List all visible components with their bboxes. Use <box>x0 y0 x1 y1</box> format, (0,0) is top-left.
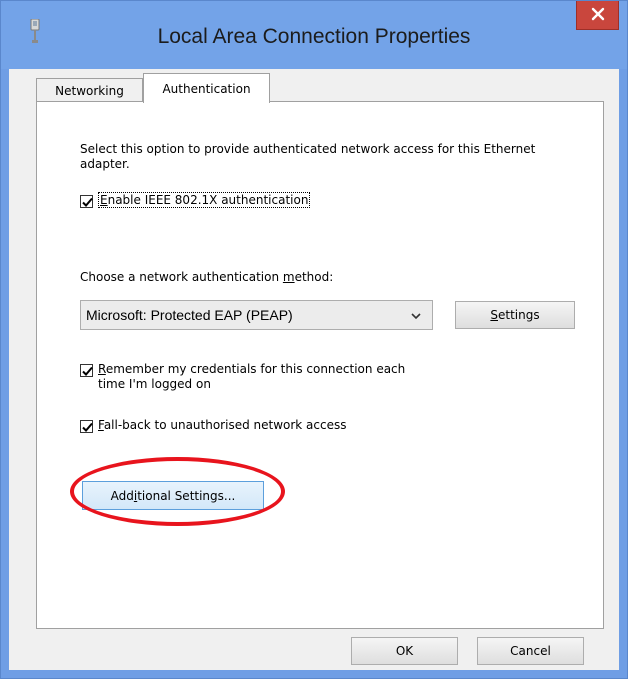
remember-line-2: time I'm logged on <box>98 377 211 391</box>
focus-rectangle: Enable IEEE 802.1X authentication <box>98 192 311 208</box>
ok-button[interactable]: OK <box>351 637 458 665</box>
auth-method-select[interactable]: Microsoft: Protected EAP (PEAP) <box>80 300 433 330</box>
additional-settings-button[interactable]: Add i tional Settings... <box>82 481 264 510</box>
auth-description: Select this option to provide authentica… <box>80 142 536 171</box>
checkmark-icon <box>82 422 93 432</box>
remember-line-1: Remember my credentials for this connect… <box>98 362 406 376</box>
tab-label: Networking <box>55 83 124 98</box>
dialog-content: Networking Authentication Select this op… <box>9 69 619 670</box>
checkmark-icon <box>82 197 93 207</box>
tab-networking[interactable]: Networking <box>36 78 143 102</box>
select-value: Microsoft: Protected EAP (PEAP) <box>86 307 293 323</box>
enable-8021x-checkbox[interactable] <box>80 195 93 208</box>
settings-button[interactable]: Settings <box>455 301 575 329</box>
tab-authentication[interactable]: Authentication <box>143 73 270 103</box>
remember-credentials-label[interactable]: Remember my credentials for this connect… <box>98 362 405 392</box>
authentication-panel: Select this option to provide authentica… <box>36 101 604 629</box>
close-icon <box>591 6 605 25</box>
method-label: Choose a network authentication method: <box>80 270 334 284</box>
cancel-button[interactable]: Cancel <box>477 637 584 665</box>
fallback-label[interactable]: Fall-back to unauthorised network access <box>98 418 347 433</box>
close-button[interactable] <box>576 1 619 30</box>
remember-credentials-checkbox[interactable] <box>80 364 93 377</box>
properties-dialog: Local Area Connection Properties Network… <box>0 0 628 679</box>
tab-label: Authentication <box>162 81 251 96</box>
checkmark-icon <box>82 366 93 376</box>
fallback-checkbox[interactable] <box>80 420 93 433</box>
chevron-down-icon <box>410 309 422 321</box>
enable-8021x-label[interactable]: Enable IEEE 802.1X authentication <box>98 192 311 208</box>
window-title: Local Area Connection Properties <box>157 25 471 48</box>
title-bar: Local Area Connection Properties <box>1 1 627 69</box>
